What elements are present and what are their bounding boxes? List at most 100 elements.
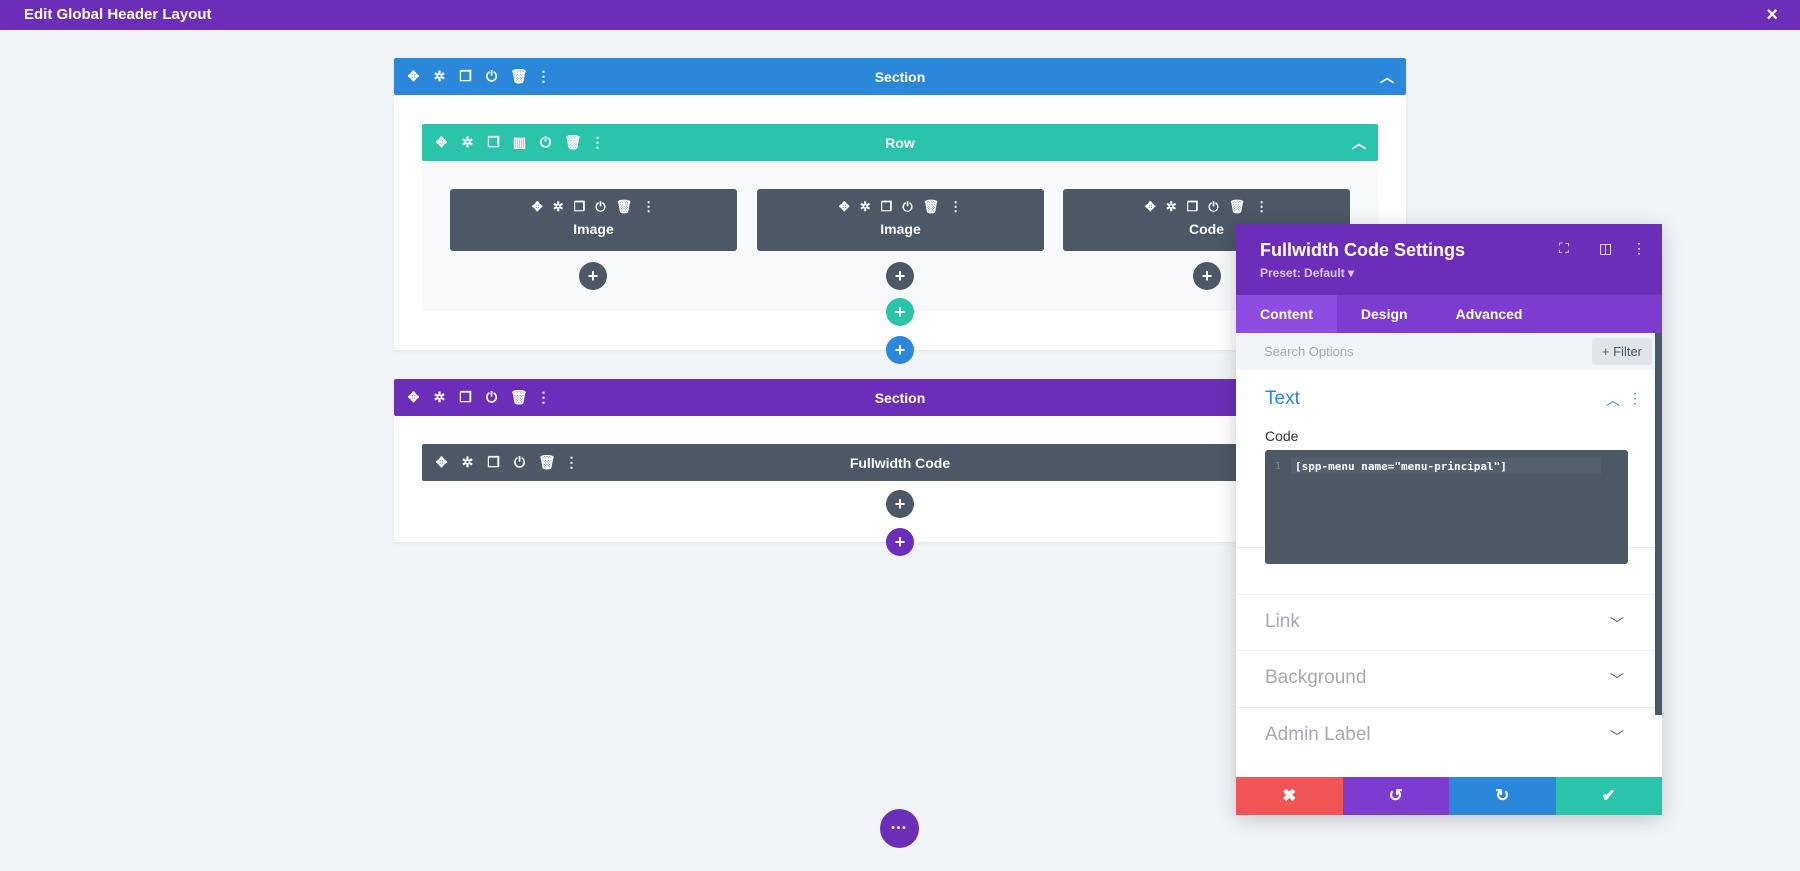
- section-title: Admin Label: [1265, 724, 1371, 745]
- add-row-button[interactable]: +: [886, 298, 914, 326]
- image-module-1[interactable]: ✥ ✲ ❐ ⏻ 🗑 ⋮ Image: [450, 189, 737, 251]
- chevron-up-icon[interactable]: ︿: [1380, 67, 1394, 87]
- chevron-down-icon[interactable]: ﹀: [1610, 727, 1624, 747]
- link-section[interactable]: Link ﹀: [1236, 594, 1656, 651]
- gear-icon[interactable]: ✲: [460, 454, 475, 471]
- split-view-icon[interactable]: ◫: [1599, 240, 1612, 257]
- chevron-up-icon[interactable]: ︿: [1606, 390, 1620, 410]
- page-settings-button[interactable]: •••: [880, 809, 919, 848]
- panel-footer: ✖ ↺ ↻ ✔: [1236, 777, 1662, 815]
- close-icon[interactable]: ×: [1766, 0, 1778, 30]
- trash-icon[interactable]: 🗑: [564, 134, 582, 151]
- power-icon[interactable]: ⏻: [484, 389, 499, 406]
- duplicate-icon[interactable]: ❐: [881, 199, 893, 215]
- gear-icon[interactable]: ✲: [432, 68, 447, 85]
- gear-icon[interactable]: ✲: [553, 199, 564, 215]
- chevron-up-icon[interactable]: ︿: [1352, 133, 1366, 153]
- duplicate-icon[interactable]: ❐: [1187, 199, 1199, 215]
- module-label: Image: [573, 221, 614, 237]
- add-module-button[interactable]: +: [886, 490, 914, 518]
- section-title: Link: [1265, 611, 1300, 632]
- filter-button[interactable]: + Filter: [1591, 338, 1652, 365]
- power-icon[interactable]: ⏻: [512, 454, 527, 471]
- duplicate-icon[interactable]: ❐: [486, 134, 501, 151]
- scrollbar[interactable]: [1655, 333, 1662, 715]
- tab-design[interactable]: Design: [1337, 295, 1432, 333]
- power-icon[interactable]: ⏻: [538, 134, 553, 151]
- more-icon[interactable]: ⋮: [1632, 240, 1646, 257]
- power-icon[interactable]: ⏻: [595, 199, 605, 215]
- gear-icon[interactable]: ✲: [460, 134, 475, 151]
- trash-icon[interactable]: 🗑: [538, 454, 556, 471]
- add-module-button[interactable]: +: [886, 262, 914, 290]
- power-icon[interactable]: ⏻: [484, 68, 499, 85]
- search-options-input[interactable]: Search Options + Filter: [1236, 333, 1662, 370]
- title-bar: Edit Global Header Layout ×: [0, 0, 1800, 30]
- move-icon[interactable]: ✥: [434, 134, 449, 151]
- expand-icon[interactable]: ⛶: [1559, 240, 1569, 257]
- gear-icon[interactable]: ✲: [432, 389, 447, 406]
- more-icon[interactable]: ⋮: [1628, 390, 1642, 407]
- move-icon[interactable]: ✥: [839, 199, 850, 215]
- chevron-down-icon[interactable]: ﹀: [1610, 670, 1624, 690]
- code-label: Code: [1265, 428, 1299, 444]
- move-icon[interactable]: ✥: [532, 199, 543, 215]
- duplicate-icon[interactable]: ❐: [574, 199, 586, 215]
- module-label: Image: [880, 221, 921, 237]
- section-label: Section: [874, 68, 926, 85]
- admin-label-section[interactable]: Admin Label ﹀: [1236, 708, 1656, 765]
- panel-title: Fullwidth Code Settings: [1260, 240, 1465, 260]
- duplicate-icon[interactable]: ❐: [486, 454, 501, 471]
- move-icon[interactable]: ✥: [406, 389, 421, 406]
- save-button[interactable]: ✔: [1555, 777, 1662, 815]
- add-section-button[interactable]: +: [886, 528, 914, 556]
- trash-icon[interactable]: 🗑: [923, 199, 940, 215]
- redo-button[interactable]: ↻: [1449, 777, 1556, 815]
- more-icon[interactable]: ⋮: [642, 199, 655, 215]
- tab-advanced[interactable]: Advanced: [1432, 295, 1547, 333]
- row-header[interactable]: ✥ ✲ ❐ ▥ ⏻ 🗑 ⋮ Row ︿: [422, 124, 1378, 161]
- module-label: Fullwidth Code: [849, 454, 951, 471]
- move-icon[interactable]: ✥: [1145, 199, 1156, 215]
- more-icon[interactable]: ⋮: [564, 454, 579, 471]
- section-1-header[interactable]: ✥ ✲ ❐ ⏻ 🗑 ⋮ Section ︿: [394, 58, 1406, 95]
- fullwidth-code-module[interactable]: ✥ ✲ ❐ ⏻ 🗑 ⋮ Fullwidth Code: [422, 444, 1378, 481]
- preset-dropdown[interactable]: Preset: Default ▾: [1260, 266, 1638, 280]
- tab-content[interactable]: Content: [1236, 295, 1337, 333]
- gear-icon[interactable]: ✲: [860, 199, 871, 215]
- undo-button[interactable]: ↺: [1342, 777, 1449, 815]
- trash-icon[interactable]: 🗑: [510, 68, 528, 85]
- more-icon[interactable]: ⋮: [536, 389, 551, 406]
- code-text[interactable]: [spp-menu name="menu-principal"]: [1295, 460, 1507, 473]
- duplicate-icon[interactable]: ❐: [458, 68, 473, 85]
- gear-icon[interactable]: ✲: [1166, 199, 1177, 215]
- cancel-button[interactable]: ✖: [1236, 777, 1343, 815]
- image-module-2[interactable]: ✥ ✲ ❐ ⏻ 🗑 ⋮ Image: [757, 189, 1044, 251]
- chevron-down-icon[interactable]: ﹀: [1610, 614, 1624, 634]
- trash-icon[interactable]: 🗑: [616, 199, 633, 215]
- more-icon[interactable]: ⋮: [1255, 199, 1268, 215]
- panel-header: Fullwidth Code Settings Preset: Default …: [1236, 224, 1662, 295]
- search-placeholder: Search Options: [1264, 344, 1354, 359]
- power-icon[interactable]: ⏻: [1208, 199, 1218, 215]
- panel-tabs: Content Design Advanced: [1236, 295, 1662, 333]
- more-icon[interactable]: ⋮: [590, 134, 605, 151]
- more-icon[interactable]: ⋮: [536, 68, 551, 85]
- text-section: Text ︿ ⋮ Code 1 [spp-menu name="menu-pri…: [1236, 370, 1656, 564]
- columns-icon[interactable]: ▥: [512, 134, 527, 151]
- add-module-button[interactable]: +: [1193, 262, 1221, 290]
- power-icon[interactable]: ⏻: [902, 199, 912, 215]
- code-editor[interactable]: 1 [spp-menu name="menu-principal"]: [1265, 450, 1628, 564]
- section-title[interactable]: Text: [1265, 388, 1300, 410]
- row-label: Row: [885, 134, 915, 151]
- add-module-button[interactable]: +: [579, 262, 607, 290]
- background-section[interactable]: Background ﹀: [1236, 651, 1656, 708]
- more-icon[interactable]: ⋮: [949, 199, 962, 215]
- move-icon[interactable]: ✥: [434, 454, 449, 471]
- trash-icon[interactable]: 🗑: [510, 389, 528, 406]
- duplicate-icon[interactable]: ❐: [458, 389, 473, 406]
- move-icon[interactable]: ✥: [406, 68, 421, 85]
- add-section-button[interactable]: +: [886, 336, 914, 364]
- window-title: Edit Global Header Layout: [24, 6, 212, 23]
- trash-icon[interactable]: 🗑: [1229, 199, 1246, 215]
